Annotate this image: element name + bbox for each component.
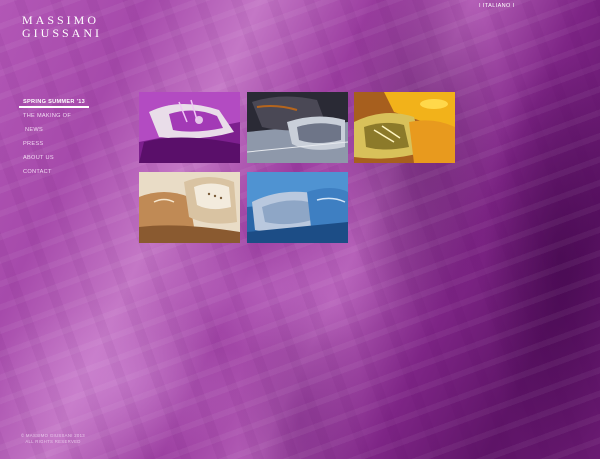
- gallery-thumb-3[interactable]: [354, 92, 455, 163]
- nav-item-about-us[interactable]: ABOUT US: [19, 154, 89, 168]
- footer: © MASSIMO GIUSSANI 2013 ALL RIGHTS RESER…: [18, 433, 88, 445]
- nav-item-spring-summer-13[interactable]: SPRING SUMMER '13: [19, 98, 89, 108]
- shoe-image-blue: [247, 172, 348, 243]
- shoe-image-yellow: [354, 92, 455, 163]
- language-switch-link[interactable]: I ITALIANO I: [479, 3, 515, 9]
- gallery-thumb-5[interactable]: [247, 172, 348, 243]
- main-nav: SPRING SUMMER '13 THE MAKING OF NEWS PRE…: [19, 98, 89, 182]
- nav-item-news[interactable]: NEWS: [19, 126, 89, 140]
- shoe-image-tan-brogues: [139, 172, 240, 243]
- brand-logo-line2: GIUSSANI: [22, 26, 103, 40]
- gallery-thumb-4[interactable]: [139, 172, 240, 243]
- nav-item-contact[interactable]: CONTACT: [19, 168, 89, 182]
- shoe-image-dark-silver: [247, 92, 348, 163]
- brand-logo[interactable]: MASSIMO GIUSSANI: [22, 14, 102, 40]
- gallery-thumb-1[interactable]: [139, 92, 240, 163]
- gallery-thumb-2[interactable]: [247, 92, 348, 163]
- footer-rights: ALL RIGHTS RESERVED: [25, 439, 81, 444]
- nav-item-press[interactable]: PRESS: [19, 140, 89, 154]
- shoe-image-purple-wingtip: [139, 92, 240, 163]
- nav-item-the-making-of[interactable]: THE MAKING OF: [19, 112, 89, 126]
